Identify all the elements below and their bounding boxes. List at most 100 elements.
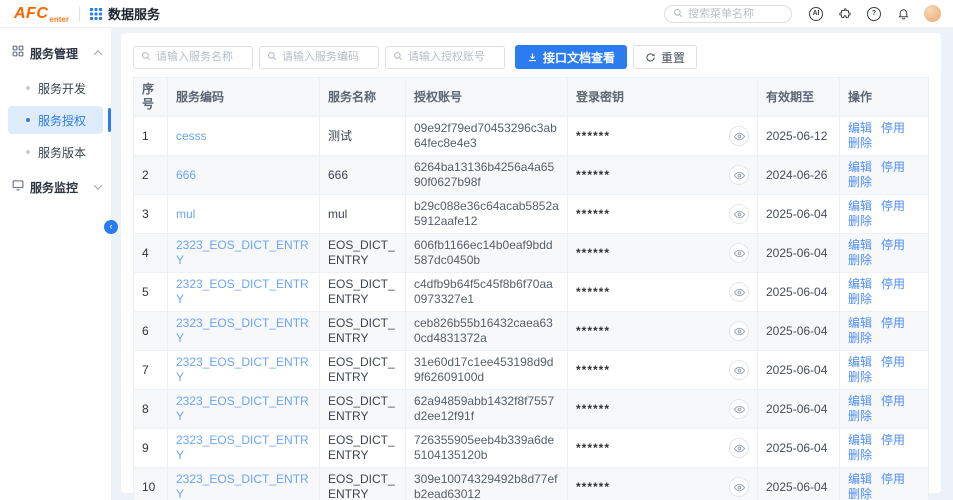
sidebar-item-service-version[interactable]: 服务版本 bbox=[8, 138, 103, 166]
table-row: 9 2323_EOS_DICT_ENTRY EOS_DICT_ENTRY 726… bbox=[134, 429, 929, 468]
edit-link[interactable]: 编辑 bbox=[848, 472, 872, 486]
edit-link[interactable]: 编辑 bbox=[848, 355, 872, 369]
sidebar: 服务管理 服务开发 服务授权 服务版本 服务监控 ‹ bbox=[0, 28, 111, 500]
disable-link[interactable]: 停用 bbox=[881, 316, 905, 330]
app-title: 数据服务 bbox=[108, 4, 160, 23]
reveal-key-button[interactable] bbox=[729, 321, 749, 341]
edit-link[interactable]: 编辑 bbox=[848, 238, 872, 252]
service-code-input[interactable] bbox=[282, 51, 374, 63]
reveal-key-button[interactable] bbox=[729, 399, 749, 419]
search-icon bbox=[393, 48, 403, 66]
edit-link[interactable]: 编辑 bbox=[848, 277, 872, 291]
sidebar-collapse-toggle[interactable]: ‹ bbox=[104, 220, 118, 234]
top-bar: AFC enter 数据服务 AI ? bbox=[0, 0, 953, 28]
edit-link[interactable]: 编辑 bbox=[848, 121, 872, 135]
reveal-key-button[interactable] bbox=[729, 126, 749, 146]
table-row: 8 2323_EOS_DICT_ENTRY EOS_DICT_ENTRY 62a… bbox=[134, 390, 929, 429]
reveal-key-button[interactable] bbox=[729, 282, 749, 302]
password-mask: ****** bbox=[576, 207, 610, 222]
plugin-icon[interactable] bbox=[837, 6, 853, 22]
bullet-dot-icon bbox=[26, 150, 30, 154]
password-mask: ****** bbox=[576, 363, 610, 378]
chevron-up-icon bbox=[94, 50, 102, 58]
reveal-key-button[interactable] bbox=[729, 243, 749, 263]
search-icon bbox=[141, 48, 151, 66]
service-code-link[interactable]: 2323_EOS_DICT_ENTRY bbox=[176, 433, 309, 462]
service-name-filter[interactable] bbox=[133, 46, 253, 69]
api-doc-view-button[interactable]: 接口文档查看 bbox=[515, 45, 627, 69]
user-avatar[interactable] bbox=[924, 5, 941, 22]
edit-link[interactable]: 编辑 bbox=[848, 199, 872, 213]
col-header-service-name: 服务名称 bbox=[320, 78, 406, 117]
table-header-row: 序号 服务编码 服务名称 授权账号 登录密钥 有效期至 操作 bbox=[134, 78, 929, 117]
reveal-key-button[interactable] bbox=[729, 204, 749, 224]
disable-link[interactable]: 停用 bbox=[881, 433, 905, 447]
col-header-valid-until: 有效期至 bbox=[758, 78, 840, 117]
ai-assistant-icon[interactable]: AI bbox=[808, 6, 824, 22]
service-code-link[interactable]: 2323_EOS_DICT_ENTRY bbox=[176, 277, 309, 306]
main-content: 接口文档查看 重置 序号 服务编码 服务名称 授权账号 登录密钥 bbox=[111, 28, 953, 500]
service-code-link[interactable]: 2323_EOS_DICT_ENTRY bbox=[176, 316, 309, 345]
eye-icon bbox=[734, 443, 745, 454]
auth-account-input[interactable] bbox=[408, 51, 500, 63]
delete-link[interactable]: 删除 bbox=[848, 136, 872, 150]
divider bbox=[79, 7, 80, 21]
delete-link[interactable]: 删除 bbox=[848, 409, 872, 423]
service-code-link[interactable]: cesss bbox=[176, 129, 207, 143]
edit-link[interactable]: 编辑 bbox=[848, 160, 872, 174]
sidebar-item-service-authorization[interactable]: 服务授权 bbox=[8, 106, 103, 134]
sidebar-group-service-monitoring[interactable]: 服务监控 bbox=[0, 170, 111, 204]
eye-icon bbox=[734, 131, 745, 142]
disable-link[interactable]: 停用 bbox=[881, 472, 905, 486]
disable-link[interactable]: 停用 bbox=[881, 355, 905, 369]
disable-link[interactable]: 停用 bbox=[881, 160, 905, 174]
delete-link[interactable]: 删除 bbox=[848, 214, 872, 228]
delete-link[interactable]: 删除 bbox=[848, 253, 872, 267]
edit-link[interactable]: 编辑 bbox=[848, 316, 872, 330]
disable-link[interactable]: 停用 bbox=[881, 238, 905, 252]
delete-link[interactable]: 删除 bbox=[848, 331, 872, 345]
table-row: 5 2323_EOS_DICT_ENTRY EOS_DICT_ENTRY c4d… bbox=[134, 273, 929, 312]
delete-link[interactable]: 删除 bbox=[848, 292, 872, 306]
sidebar-group-service-management[interactable]: 服务管理 bbox=[0, 36, 111, 70]
service-code-filter[interactable] bbox=[259, 46, 379, 69]
service-name-input[interactable] bbox=[156, 51, 248, 63]
table-row: 6 2323_EOS_DICT_ENTRY EOS_DICT_ENTRY ceb… bbox=[134, 312, 929, 351]
sidebar-item-service-development[interactable]: 服务开发 bbox=[8, 74, 103, 102]
service-code-link[interactable]: 2323_EOS_DICT_ENTRY bbox=[176, 355, 309, 384]
service-management-icon bbox=[12, 44, 24, 62]
notification-bell-icon[interactable] bbox=[895, 6, 911, 22]
service-code-link[interactable]: 2323_EOS_DICT_ENTRY bbox=[176, 394, 309, 423]
reveal-key-button[interactable] bbox=[729, 165, 749, 185]
delete-link[interactable]: 删除 bbox=[848, 370, 872, 384]
reveal-key-button[interactable] bbox=[729, 477, 749, 497]
disable-link[interactable]: 停用 bbox=[881, 199, 905, 213]
service-code-link[interactable]: 666 bbox=[176, 168, 196, 182]
menu-search-input[interactable] bbox=[688, 8, 778, 20]
edit-link[interactable]: 编辑 bbox=[848, 394, 872, 408]
app-grid-icon[interactable] bbox=[90, 8, 102, 20]
disable-link[interactable]: 停用 bbox=[881, 394, 905, 408]
delete-link[interactable]: 删除 bbox=[848, 175, 872, 189]
service-code-link[interactable]: 2323_EOS_DICT_ENTRY bbox=[176, 238, 309, 267]
reveal-key-button[interactable] bbox=[729, 438, 749, 458]
delete-link[interactable]: 删除 bbox=[848, 448, 872, 462]
menu-search-box[interactable] bbox=[664, 5, 792, 23]
eye-icon bbox=[734, 326, 745, 337]
disable-link[interactable]: 停用 bbox=[881, 277, 905, 291]
auth-account-filter[interactable] bbox=[385, 46, 505, 69]
delete-link[interactable]: 删除 bbox=[848, 487, 872, 500]
reset-button[interactable]: 重置 bbox=[633, 45, 697, 69]
eye-icon bbox=[734, 365, 745, 376]
edit-link[interactable]: 编辑 bbox=[848, 433, 872, 447]
search-icon bbox=[673, 5, 683, 23]
service-code-link[interactable]: mul bbox=[176, 207, 195, 221]
service-code-link[interactable]: 2323_EOS_DICT_ENTRY bbox=[176, 472, 309, 500]
active-indicator-bar bbox=[108, 108, 111, 132]
disable-link[interactable]: 停用 bbox=[881, 121, 905, 135]
help-icon[interactable]: ? bbox=[866, 6, 882, 22]
eye-icon bbox=[734, 404, 745, 415]
reveal-key-button[interactable] bbox=[729, 360, 749, 380]
eye-icon bbox=[734, 209, 745, 220]
password-mask: ****** bbox=[576, 168, 610, 183]
